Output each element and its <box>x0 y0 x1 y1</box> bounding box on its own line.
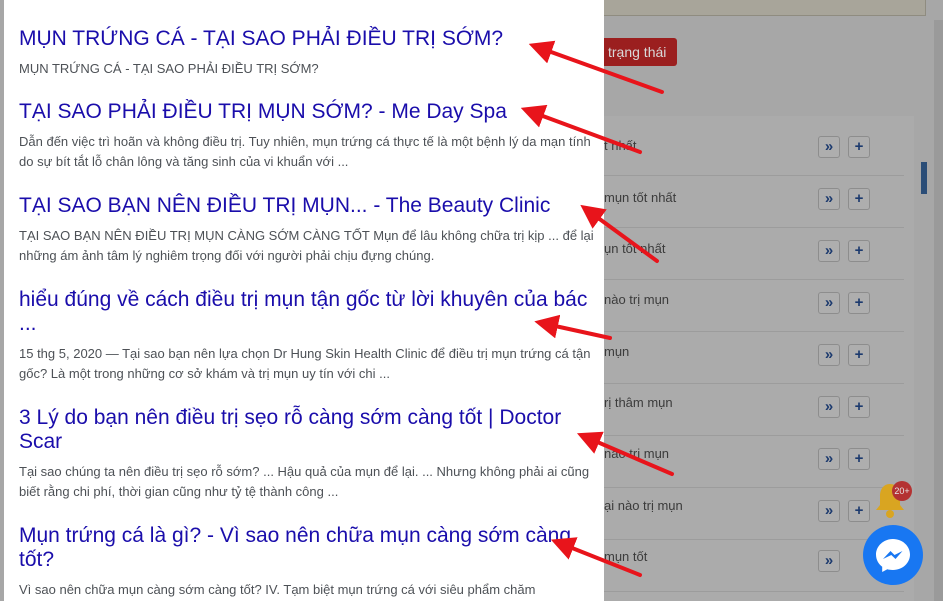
keyword-label: ại nào trị mụn <box>604 498 683 513</box>
result-snippet: TẠI SAO BẠN NÊN ĐIỀU TRỊ MỤN CÀNG SỚM CÀ… <box>19 228 594 263</box>
next-button[interactable]: » <box>818 550 840 572</box>
search-result: TẠI SAO BẠN NÊN ĐIỀU TRỊ MỤN... - The Be… <box>19 194 594 266</box>
search-result: Mụn trứng cá là gì? - Vì sao nên chữa mụ… <box>19 524 594 600</box>
page-scrollbar[interactable] <box>934 20 943 601</box>
next-button[interactable]: » <box>818 448 840 470</box>
search-result: TẠI SAO PHẢI ĐIỀU TRỊ MỤN SỚM? - Me Day … <box>19 100 594 172</box>
add-button[interactable]: + <box>848 188 870 210</box>
notification-badge: 20+ <box>892 481 912 501</box>
status-button[interactable]: trạng thái <box>596 38 677 66</box>
keyword-row: nào trị mụn » + <box>604 436 904 488</box>
keyword-row: mụn » + <box>604 332 904 384</box>
search-result: hiểu đúng về cách điều trị mụn tận gốc t… <box>19 288 594 384</box>
background-top-bar <box>600 0 926 16</box>
add-button[interactable]: + <box>848 396 870 418</box>
result-snippet: Tại sao chúng ta nên điều trị sẹo rỗ sớm… <box>19 464 590 499</box>
result-snippet: MỤN TRỨNG CÁ - TẠI SAO PHẢI ĐIỀU TRỊ SỚM… <box>19 61 319 76</box>
keyword-label: mụn tốt <box>604 549 648 564</box>
next-button[interactable]: » <box>818 136 840 158</box>
add-button[interactable]: + <box>848 500 870 522</box>
result-title-link[interactable]: TẠI SAO BẠN NÊN ĐIỀU TRỊ MỤN... - The Be… <box>19 194 594 218</box>
add-button[interactable]: + <box>848 136 870 158</box>
result-title-link[interactable]: 3 Lý do bạn nên điều trị sẹo rỗ càng sớm… <box>19 406 594 454</box>
keyword-label: mụn tốt nhất <box>604 190 677 205</box>
keyword-row: nào trị mụn » + <box>604 280 904 332</box>
keyword-label: rị thâm mụn <box>604 395 673 410</box>
keyword-row: t nhất » + <box>604 124 904 176</box>
next-button[interactable]: » <box>818 292 840 314</box>
result-title-link[interactable]: Mụn trứng cá là gì? - Vì sao nên chữa mụ… <box>19 524 594 572</box>
result-title-link[interactable]: hiểu đúng về cách điều trị mụn tận gốc t… <box>19 288 594 336</box>
result-snippet: Vì sao nên chữa mụn càng sớm càng tốt? I… <box>19 582 536 597</box>
add-button[interactable]: + <box>848 292 870 314</box>
search-results-panel: MỤN TRỨNG CÁ - TẠI SAO PHẢI ĐIỀU TRỊ SỚM… <box>4 0 604 601</box>
keyword-row: rị thâm mụn » + <box>604 384 904 436</box>
keyword-row: mụn tốt nhất » + <box>604 176 904 228</box>
keyword-label: nào trị mụn <box>604 446 670 461</box>
messenger-chat-button[interactable] <box>863 525 923 585</box>
result-title-link[interactable]: MỤN TRỨNG CÁ - TẠI SAO PHẢI ĐIỀU TRỊ SỚM… <box>19 27 594 51</box>
result-snippet: Dẫn đến việc trì hoãn và không điều trị.… <box>19 134 591 169</box>
search-result: 3 Lý do bạn nên điều trị sẹo rỗ càng sớm… <box>19 406 594 502</box>
keyword-row: ụn tốt nhất » + <box>604 228 904 280</box>
add-button[interactable]: + <box>848 344 870 366</box>
keyword-label: ụn tốt nhất <box>604 241 666 256</box>
keyword-label: nào trị mụn <box>604 292 670 307</box>
next-button[interactable]: » <box>818 396 840 418</box>
keyword-row: ại nào trị mụn » + <box>604 488 904 540</box>
next-button[interactable]: » <box>818 500 840 522</box>
next-button[interactable]: » <box>818 188 840 210</box>
add-button[interactable]: + <box>848 240 870 262</box>
add-button[interactable]: + <box>848 448 870 470</box>
messenger-icon <box>864 526 922 584</box>
panel-scroll-thumb[interactable] <box>921 162 927 194</box>
keyword-label: mụn <box>604 344 630 359</box>
keyword-label: t nhất <box>604 138 637 153</box>
next-button[interactable]: » <box>818 344 840 366</box>
keyword-row: mụn tốt » <box>604 540 904 592</box>
result-snippet: 15 thg 5, 2020 — Tại sao bạn nên lựa chọ… <box>19 346 591 381</box>
next-button[interactable]: » <box>818 240 840 262</box>
search-result: MỤN TRỨNG CÁ - TẠI SAO PHẢI ĐIỀU TRỊ SỚM… <box>19 27 594 79</box>
result-title-link[interactable]: TẠI SAO PHẢI ĐIỀU TRỊ MỤN SỚM? - Me Day … <box>19 100 594 124</box>
